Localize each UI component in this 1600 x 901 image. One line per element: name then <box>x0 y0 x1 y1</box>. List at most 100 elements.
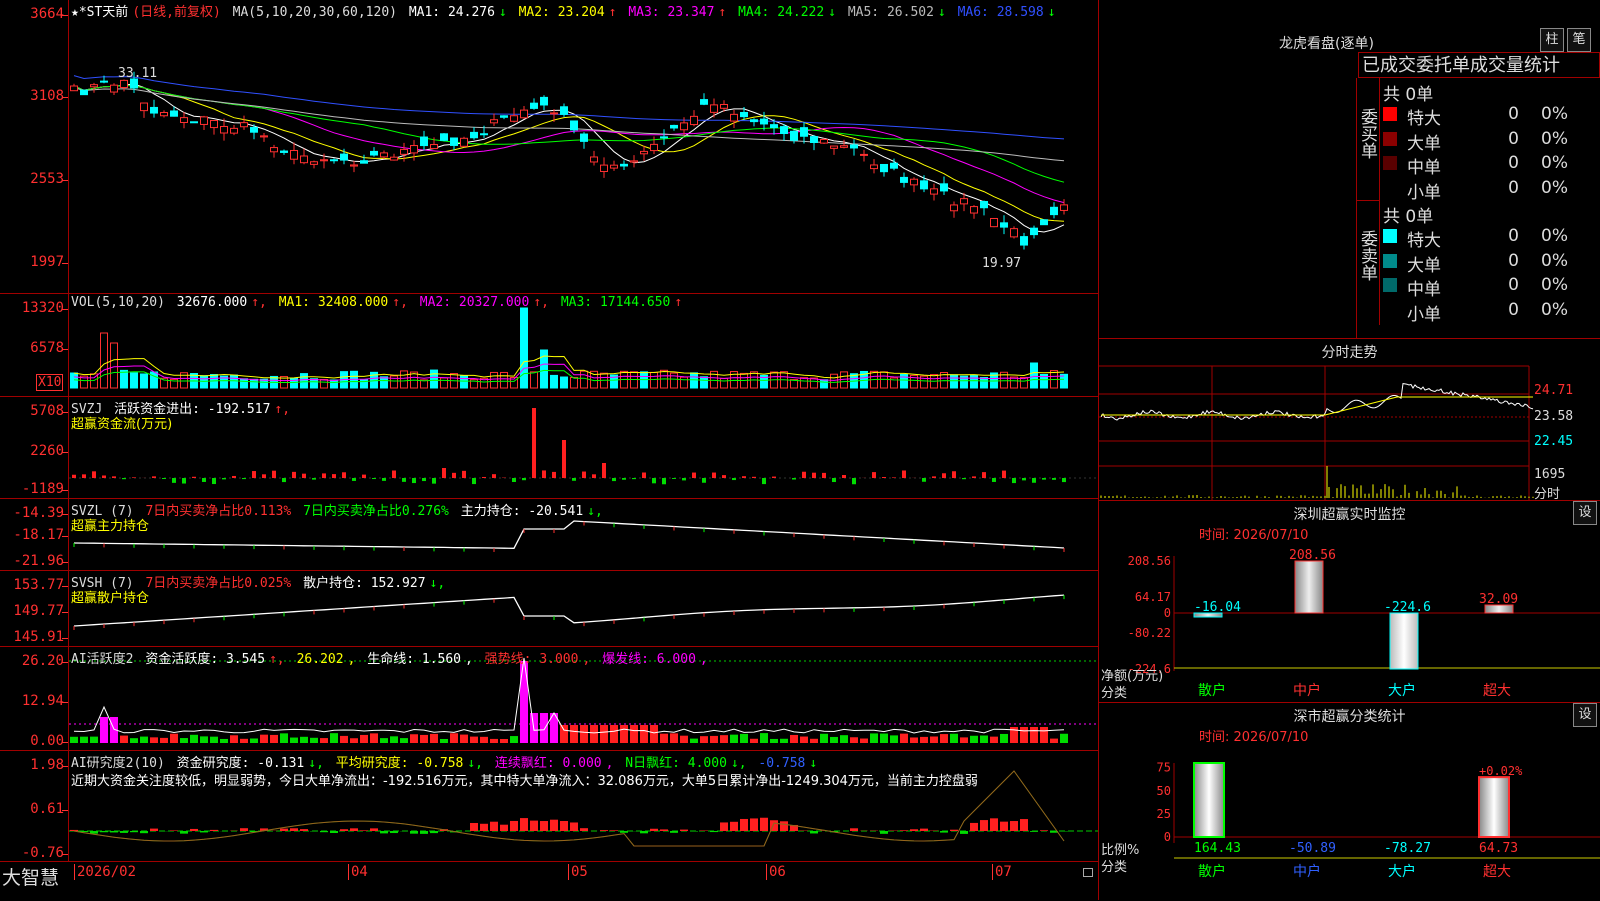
fund-bar <box>412 478 416 483</box>
lhb-row-count: 0 <box>1489 300 1519 320</box>
activity-bar <box>350 738 358 743</box>
intraday-panel[interactable]: 分时走势 24.71 23.58 22.45 1695 分时 <box>1099 339 1600 501</box>
activity-bar <box>290 738 298 743</box>
lhb-row-label: 中单 <box>1407 275 1441 300</box>
research-bar <box>560 821 568 831</box>
kline-chart[interactable] <box>0 0 1098 293</box>
activity-bar <box>390 736 398 743</box>
realtime-monitor-panel[interactable]: 深圳超赢实时监控 设 时间: 2026/07/10 208.5664.170-8… <box>1099 501 1600 703</box>
volume-bar <box>1031 363 1038 388</box>
research-bar <box>980 820 988 831</box>
color-swatch <box>1383 132 1397 146</box>
candle-body <box>331 160 338 161</box>
candle-body <box>71 86 78 91</box>
candle-body <box>731 114 738 121</box>
activity-bar <box>800 737 808 743</box>
ai-research-panel[interactable]: 1.98 0.61 -0.76 AI研究度2(10) 资金研究度: -0.131… <box>0 751 1098 861</box>
ai-activity-panel[interactable]: 26.20 12.94 0.00 AI活跃度2 资金活跃度: 3.545↑, 2… <box>0 647 1098 751</box>
activity-bar <box>740 734 748 743</box>
svsh-panel[interactable]: 153.77 149.77 145.91 SVSH (7) 7日内买卖净占比0.… <box>0 571 1098 647</box>
classify-panel[interactable]: 深市超赢分类统计 设 时间: 2026/07/10 7550250164.43散… <box>1099 703 1600 900</box>
bar-mode-button[interactable]: 柱 <box>1540 28 1564 52</box>
vol-ma1: MA1: 32408.000 <box>279 295 389 310</box>
monitor-chart[interactable]: 208.5664.170-80.22-224.6-16.04散户208.56中户… <box>1099 501 1600 702</box>
fund-bar <box>1012 478 1016 483</box>
intraday-price-mid: 23.58 <box>1534 409 1573 424</box>
research-bar <box>570 822 578 831</box>
activity-bar <box>950 734 958 743</box>
svzj-panel[interactable]: 5708 2260 -1189 SVZJ 活跃资金进出: -192.517↑, … <box>0 397 1098 499</box>
lhb-row-pct: 0% <box>1541 275 1600 295</box>
candle-body <box>951 205 958 211</box>
activity-bar <box>380 738 388 743</box>
candle-body <box>561 107 568 115</box>
ai2-legend: AI研究度2(10) 资金研究度: -0.131↓, 平均研究度: -0.758… <box>71 752 821 771</box>
period-mode[interactable]: (日线,前复权) <box>132 5 220 20</box>
candle-body <box>181 118 188 123</box>
candle-body <box>271 148 278 152</box>
candle-body <box>641 151 648 153</box>
activity-bar <box>230 735 238 743</box>
monitor-y-tick: 64.17 <box>1135 590 1171 604</box>
lhb-row-sell: 中单00% <box>1381 273 1600 297</box>
candle-body <box>801 128 808 137</box>
research-bar <box>320 831 328 832</box>
activity-bar <box>810 739 818 743</box>
activity-bar <box>620 725 628 743</box>
activity-bar <box>270 735 278 743</box>
fund-bar <box>752 477 756 478</box>
candle-body <box>441 134 448 141</box>
lhb-row-pct: 0% <box>1541 251 1600 271</box>
activity-bar <box>990 737 998 743</box>
volume-bar <box>241 379 248 388</box>
svzl-panel[interactable]: -14.39 -18.17 -21.96 SVZL (7) 7日内买卖净占比0.… <box>0 499 1098 571</box>
research-bar <box>910 829 918 831</box>
fund-bar <box>402 478 406 482</box>
intraday-chart[interactable] <box>1099 339 1600 500</box>
activity-bar <box>190 735 198 743</box>
candle-body <box>921 181 928 189</box>
candle-body <box>91 85 98 87</box>
volume-bar <box>131 373 138 388</box>
activity-bar <box>1000 734 1008 743</box>
classify-pct-label: +0.02% <box>1479 764 1523 778</box>
fund-bar <box>662 478 666 484</box>
fund-bar <box>792 478 796 480</box>
activity-bar <box>490 739 498 743</box>
candle-body <box>591 157 598 162</box>
candle-body <box>401 149 408 154</box>
color-swatch <box>1383 156 1397 170</box>
activity-bar <box>790 735 798 743</box>
kline-panel[interactable]: 3664 3108 2553 1997 ★*ST天前(日线,前复权) MA(5,… <box>0 0 1098 294</box>
candle-body <box>491 120 498 123</box>
fund-bar <box>652 478 656 483</box>
classify-chart[interactable]: 7550250164.43散户-50.89中户-78.27大户64.73超大+0… <box>1099 703 1600 900</box>
volume-bar <box>301 374 308 388</box>
stroke-mode-button[interactable]: 笔 <box>1567 28 1591 52</box>
stock-name[interactable]: ★*ST天前 <box>71 5 128 20</box>
activity-bar <box>850 737 858 743</box>
fund-bar <box>492 474 496 478</box>
activity-bar <box>90 737 98 743</box>
activity-bar <box>280 733 288 743</box>
color-swatch <box>1383 278 1397 292</box>
research-bar <box>110 831 118 832</box>
lock-icon[interactable] <box>1083 868 1093 877</box>
ai1-activity: 资金活跃度: 3.545 <box>145 652 265 667</box>
candle-body <box>651 144 658 150</box>
ai1-label: AI活跃度2 <box>71 652 133 667</box>
svzl-sublabel: 超赢主力持仓 <box>71 515 149 534</box>
lhb-row-count: 0 <box>1489 153 1519 173</box>
activity-bar <box>370 733 378 743</box>
high-price-label: 33.11 <box>118 66 157 81</box>
research-bar <box>420 831 428 834</box>
fund-bar <box>262 474 266 478</box>
candle-body <box>611 165 618 168</box>
volume-bar <box>121 370 128 388</box>
ai1-strong-line: 强势线: 3.000 <box>485 652 579 667</box>
x-tick: 06 <box>766 864 786 880</box>
kline-legend: ★*ST天前(日线,前复权) MA(5,10,20,30,60,120) MA1… <box>71 1 1060 20</box>
candle-body <box>421 137 428 146</box>
research-bar <box>290 828 298 831</box>
volume-panel[interactable]: 13320 6578 X10 VOL(5,10,20) 32676.000↑, … <box>0 294 1098 397</box>
